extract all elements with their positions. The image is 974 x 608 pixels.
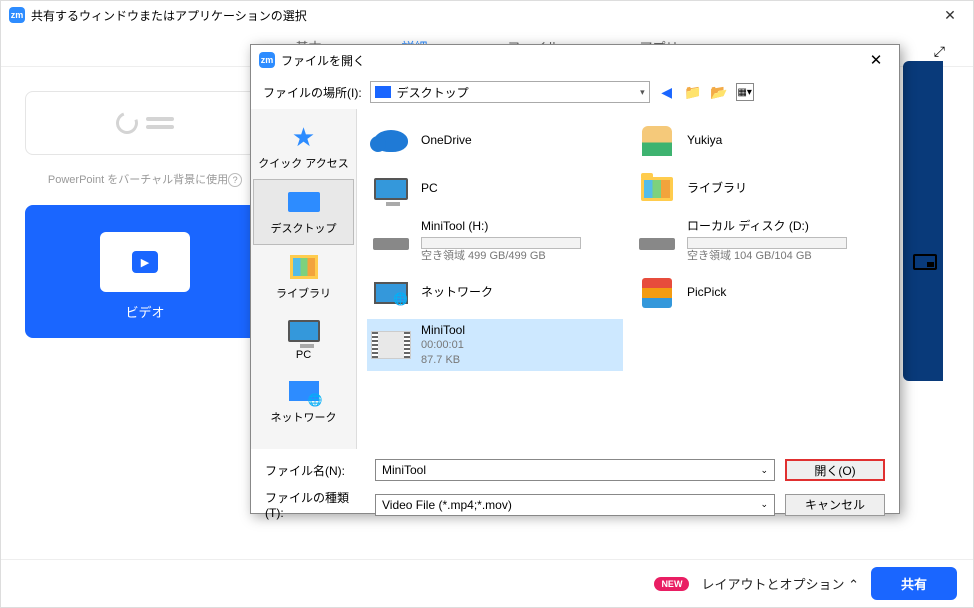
parent-footer: NEW レイアウトとオプション ⌃ 共有	[1, 559, 973, 607]
parent-title: 共有するウィンドウまたはアプリケーションの選択	[31, 7, 307, 24]
video-file-icon	[371, 331, 411, 359]
parent-titlebar: zm 共有するウィンドウまたはアプリケーションの選択	[1, 1, 973, 29]
dialog-titlebar: zm ファイルを開く	[251, 45, 899, 75]
item-drive-h[interactable]: MiniTool (H:) 空き領域 499 GB/499 GB	[367, 215, 623, 267]
item-drive-d[interactable]: ローカル ディスク (D:) 空き領域 104 GB/104 GB	[633, 215, 889, 267]
sidebar-pc[interactable]: PC	[251, 309, 356, 369]
item-onedrive[interactable]: OneDrive	[367, 119, 623, 163]
dialog-close-button[interactable]: ✕	[853, 45, 899, 75]
disk-usage-bar	[687, 237, 847, 249]
zoom-icon: zm	[9, 7, 25, 23]
ppt-card[interactable]	[25, 91, 265, 155]
share-button[interactable]: 共有	[871, 567, 957, 600]
back-icon[interactable]: ◀	[658, 83, 676, 101]
item-user[interactable]: Yukiya	[633, 119, 889, 163]
item-network[interactable]: ネットワーク	[367, 271, 623, 315]
open-button[interactable]: 開く(O)	[785, 459, 885, 481]
pip-icon[interactable]	[913, 254, 937, 270]
file-list: OneDrive Yukiya PC ライブラリ MiniTool (H:) 空…	[357, 109, 899, 449]
dialog-title: ファイルを開く	[281, 52, 365, 69]
location-label: ファイルの場所(I):	[263, 84, 362, 101]
video-thumb-icon: ▶	[100, 232, 190, 292]
library-folder-icon	[641, 177, 673, 201]
filetype-select[interactable]: Video File (*.mp4;*.mov) ⌄	[375, 494, 775, 516]
chevron-down-icon: ▾	[640, 87, 645, 98]
sidebar-library[interactable]: ライブラリ	[251, 245, 356, 309]
preview-panel	[903, 61, 943, 381]
item-library[interactable]: ライブラリ	[633, 167, 889, 211]
chevron-down-icon: ⌄	[760, 499, 768, 510]
drive-icon	[639, 238, 675, 250]
item-video-file[interactable]: MiniTool 00:00:01 87.7 KB	[367, 319, 623, 371]
network-icon	[289, 381, 319, 401]
library-icon	[290, 255, 318, 279]
location-value: デスクトップ	[397, 84, 469, 101]
drive-icon	[373, 238, 409, 250]
video-card[interactable]: ▶ ビデオ	[25, 205, 265, 338]
layout-options-button[interactable]: レイアウトとオプション ⌃	[701, 574, 859, 593]
cancel-button[interactable]: キャンセル	[785, 494, 885, 516]
parent-close-button[interactable]: ✕	[927, 1, 973, 29]
pc-icon	[374, 178, 408, 200]
network-icon	[374, 282, 408, 304]
view-icon[interactable]: ▦▾	[736, 83, 754, 101]
chevron-down-icon: ⌄	[760, 465, 768, 476]
star-icon: ★	[288, 123, 320, 151]
places-sidebar: ★ クイック アクセス デスクトップ ライブラリ PC ネットワーク	[251, 109, 357, 449]
ppt-caption: PowerPoint をバーチャル背景に使用?	[25, 171, 265, 187]
new-badge: NEW	[654, 577, 689, 591]
new-folder-icon[interactable]: 📂	[710, 83, 728, 101]
location-dropdown[interactable]: デスクトップ ▾	[370, 81, 650, 103]
pc-icon	[288, 320, 320, 342]
disk-usage-bar	[421, 237, 581, 249]
item-picpick[interactable]: PicPick	[633, 271, 889, 315]
sidebar-desktop[interactable]: デスクトップ	[253, 179, 354, 245]
desktop-icon	[375, 86, 391, 98]
user-icon	[642, 126, 672, 156]
zoom-icon: zm	[259, 52, 275, 68]
sidebar-network[interactable]: ネットワーク	[251, 369, 356, 433]
filename-input[interactable]: MiniTool ⌄	[375, 459, 775, 481]
picpick-icon	[642, 278, 672, 308]
item-pc[interactable]: PC	[367, 167, 623, 211]
cloud-icon	[374, 130, 408, 152]
desktop-icon	[288, 192, 320, 212]
video-label: ビデオ	[42, 302, 248, 321]
help-icon[interactable]: ?	[228, 173, 242, 187]
sidebar-quick-access[interactable]: ★ クイック アクセス	[251, 115, 356, 179]
file-open-dialog: zm ファイルを開く ✕ ファイルの場所(I): デスクトップ ▾ ◀ 📁 📂 …	[250, 44, 900, 514]
filename-label: ファイル名(N):	[265, 462, 365, 479]
dialog-toolbar: ファイルの場所(I): デスクトップ ▾ ◀ 📁 📂 ▦▾	[251, 75, 899, 109]
expand-icon[interactable]: ⤢	[934, 43, 945, 60]
filetype-label: ファイルの種類(T):	[265, 489, 365, 520]
up-icon[interactable]: 📁	[684, 83, 702, 101]
